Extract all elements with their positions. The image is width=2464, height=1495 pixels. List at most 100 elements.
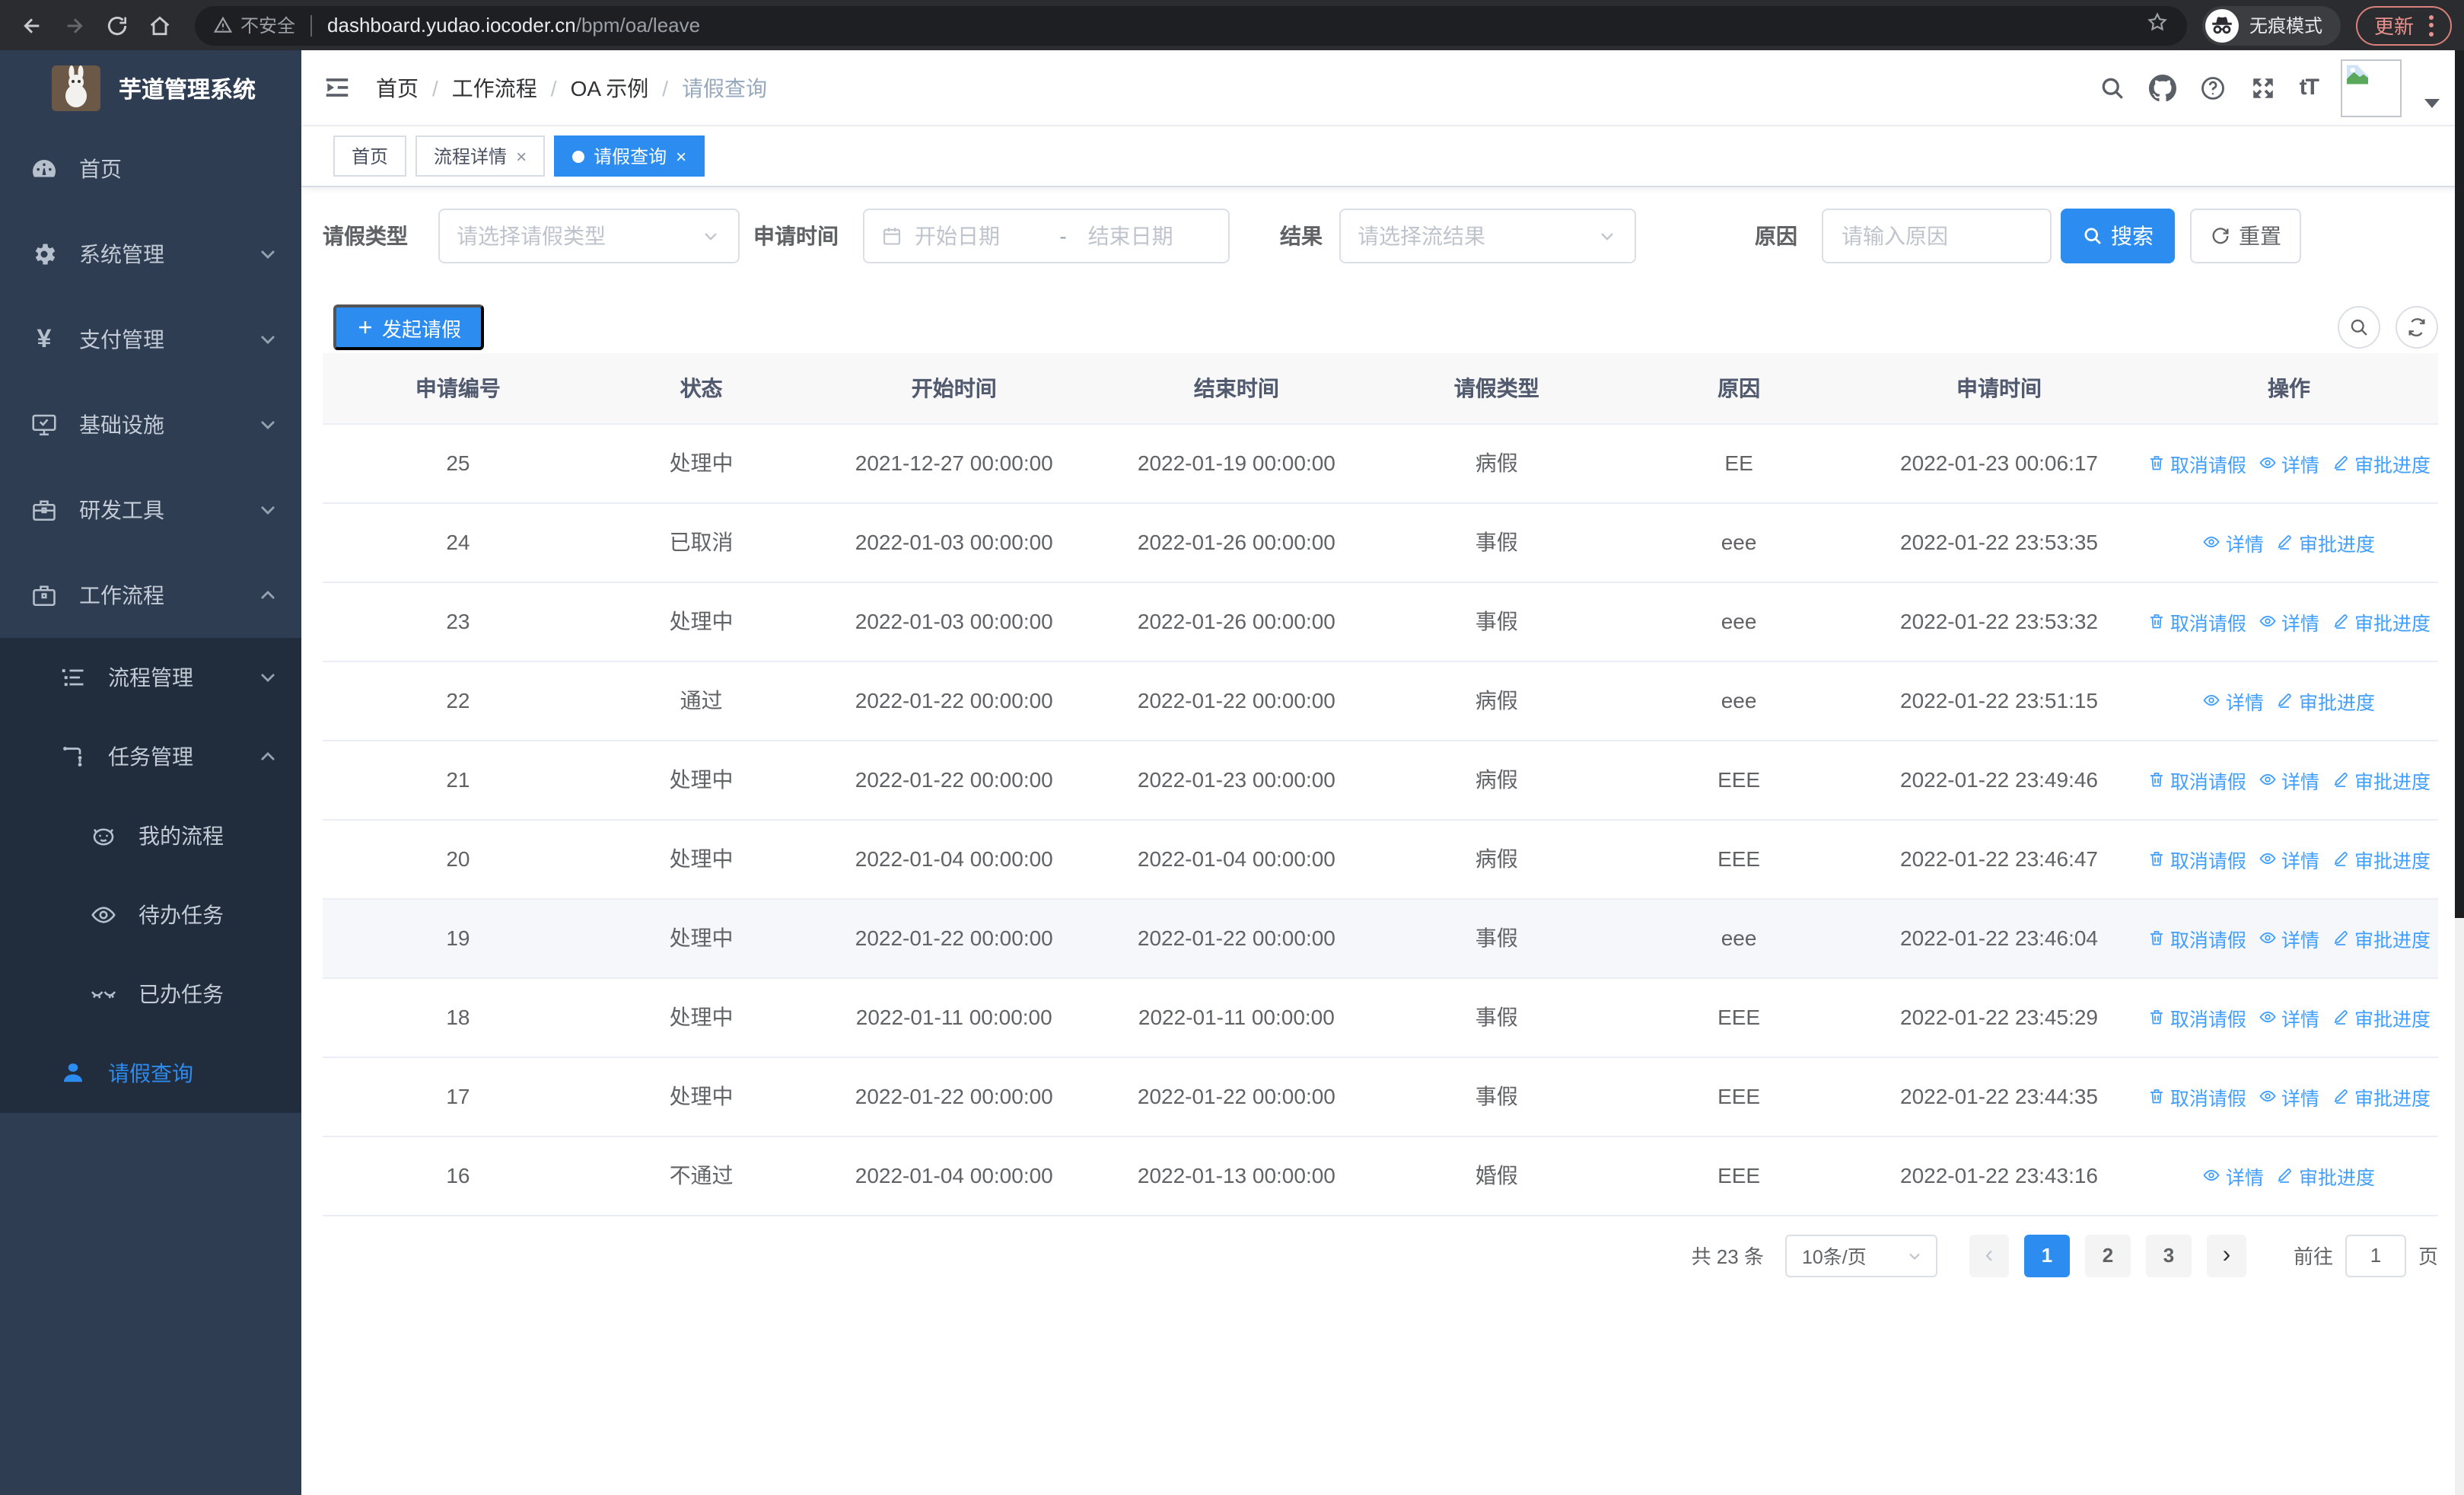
breadcrumb-oa-example[interactable]: OA 示例 bbox=[571, 72, 649, 103]
approval-progress-link[interactable]: 审批进度 bbox=[2332, 765, 2431, 794]
breadcrumb-home[interactable]: 首页 bbox=[376, 72, 419, 103]
sidebar-item-label: 工作流程 bbox=[79, 583, 164, 607]
goto-page-input[interactable] bbox=[2345, 1234, 2406, 1277]
approval-progress-link[interactable]: 审批进度 bbox=[2332, 607, 2431, 636]
sidebar-item-process-management[interactable]: 流程管理 bbox=[0, 638, 301, 717]
address-bar[interactable]: 不安全 dashboard.yudao.iocoder.cn/bpm/oa/le… bbox=[195, 5, 2187, 45]
search-icon[interactable] bbox=[2099, 74, 2126, 101]
next-page-button[interactable]: › bbox=[2206, 1234, 2246, 1277]
forward-icon bbox=[67, 18, 83, 33]
avatar[interactable] bbox=[2341, 59, 2402, 116]
close-icon[interactable]: × bbox=[676, 147, 686, 165]
detail-link[interactable]: 详情 bbox=[2259, 1082, 2319, 1111]
detail-link[interactable]: 详情 bbox=[2259, 607, 2319, 636]
sidebar-item-dev-tools[interactable]: 研发工具 bbox=[0, 467, 301, 553]
detail-link[interactable]: 详情 bbox=[2259, 765, 2319, 794]
page-button-2[interactable]: 2 bbox=[2084, 1234, 2131, 1277]
cancel-leave-link[interactable]: 取消请假 bbox=[2147, 765, 2246, 794]
fullscreen-icon[interactable] bbox=[2249, 74, 2277, 101]
caret-down-icon[interactable] bbox=[2424, 98, 2440, 107]
site-security-chip[interactable]: 不安全 bbox=[213, 12, 295, 38]
user-icon bbox=[59, 1060, 87, 1087]
refresh-table-button[interactable] bbox=[2396, 306, 2438, 349]
detail-link[interactable]: 详情 bbox=[2203, 528, 2264, 556]
browser-back-button[interactable] bbox=[12, 5, 52, 45]
show-search-button[interactable] bbox=[2338, 306, 2380, 349]
cancel-leave-link[interactable]: 取消请假 bbox=[2147, 844, 2246, 873]
sidebar-item-home[interactable]: 首页 bbox=[0, 126, 301, 212]
page-content: 请假类型 请选择请假类型 申请时间 开始日期 - 结束日期 结果 请选择流结果 … bbox=[301, 187, 2464, 1495]
approval-progress-link[interactable]: 审批进度 bbox=[2276, 1161, 2375, 1190]
detail-link[interactable]: 详情 bbox=[2259, 1003, 2319, 1031]
cancel-leave-link[interactable]: 取消请假 bbox=[2147, 923, 2246, 952]
scrollbar-track[interactable] bbox=[2455, 50, 2464, 1495]
approval-progress-link[interactable]: 审批进度 bbox=[2332, 844, 2431, 873]
sidebar: 芋道管理系统 首页 系统管理 ¥ 支付管理 基础设施 研发工具 工作流程 流程管… bbox=[0, 50, 301, 1495]
cancel-leave-link[interactable]: 取消请假 bbox=[2147, 1003, 2246, 1031]
sidebar-item-done-tasks[interactable]: 已办任务 bbox=[0, 955, 301, 1034]
cell-leave-type: 事假 bbox=[1374, 977, 1620, 1057]
detail-link[interactable]: 详情 bbox=[2203, 1161, 2264, 1190]
sidebar-item-task-management[interactable]: 任务管理 bbox=[0, 717, 301, 796]
browser-forward-button[interactable] bbox=[55, 5, 94, 45]
sidebar-item-workflow[interactable]: 工作流程 bbox=[0, 553, 301, 638]
app-logo-row[interactable]: 芋道管理系统 bbox=[0, 50, 301, 126]
cell-actions: 详情 审批进度 bbox=[2139, 502, 2438, 582]
chevron-up-icon bbox=[259, 748, 277, 766]
leave-type-select[interactable]: 请选择请假类型 bbox=[438, 209, 740, 263]
sidebar-item-leave-query[interactable]: 请假查询 bbox=[0, 1034, 301, 1113]
bookmark-star-icon[interactable] bbox=[2146, 10, 2169, 40]
detail-link[interactable]: 详情 bbox=[2203, 686, 2264, 715]
sidebar-item-my-processes[interactable]: 我的流程 bbox=[0, 796, 301, 875]
approval-progress-link[interactable]: 审批进度 bbox=[2332, 448, 2431, 477]
sidebar-collapse-button[interactable] bbox=[323, 73, 352, 102]
github-icon[interactable] bbox=[2148, 74, 2176, 101]
search-icon bbox=[2351, 319, 2367, 336]
approval-progress-link[interactable]: 审批进度 bbox=[2276, 528, 2375, 556]
sidebar-item-system-management[interactable]: 系统管理 bbox=[0, 212, 301, 297]
create-leave-button[interactable]: 发起请假 bbox=[333, 304, 485, 350]
cell-apply-id: 19 bbox=[323, 898, 594, 978]
reset-button[interactable]: 重置 bbox=[2190, 209, 2301, 263]
result-select[interactable]: 请选择流结果 bbox=[1339, 209, 1636, 263]
browser-reload-button[interactable] bbox=[97, 5, 137, 45]
help-icon[interactable] bbox=[2199, 74, 2227, 101]
list-tree-icon bbox=[59, 664, 87, 691]
detail-link[interactable]: 详情 bbox=[2259, 923, 2319, 952]
approval-progress-link[interactable]: 审批进度 bbox=[2332, 923, 2431, 952]
start-date-placeholder: 开始日期 bbox=[915, 224, 1000, 248]
search-button[interactable]: 搜索 bbox=[2061, 209, 2175, 263]
page-button-1[interactable]: 1 bbox=[2023, 1234, 2070, 1277]
reason-input[interactable] bbox=[1822, 209, 2052, 263]
cancel-leave-link[interactable]: 取消请假 bbox=[2147, 448, 2246, 477]
cell-apply-time: 2022-01-22 23:44:35 bbox=[1858, 1057, 2140, 1136]
approval-progress-link[interactable]: 审批进度 bbox=[2332, 1082, 2431, 1111]
page-size-select[interactable]: 10条/页 bbox=[1784, 1234, 1937, 1277]
page-button-3[interactable]: 3 bbox=[2145, 1234, 2192, 1277]
font-size-icon[interactable]: tT bbox=[2300, 75, 2319, 100]
cancel-leave-link[interactable]: 取消请假 bbox=[2147, 607, 2246, 636]
breadcrumb-workflow[interactable]: 工作流程 bbox=[452, 72, 537, 103]
sidebar-item-payment-management[interactable]: ¥ 支付管理 bbox=[0, 297, 301, 382]
browser-home-button[interactable] bbox=[140, 5, 180, 45]
detail-link[interactable]: 详情 bbox=[2259, 448, 2319, 477]
sidebar-item-todo-tasks[interactable]: 待办任务 bbox=[0, 875, 301, 955]
browser-menu-icon[interactable] bbox=[2429, 14, 2434, 36]
col-status: 状态 bbox=[593, 353, 810, 424]
apply-time-range-picker[interactable]: 开始日期 - 结束日期 bbox=[863, 209, 1230, 263]
cell-apply-time: 2022-01-22 23:43:16 bbox=[1858, 1136, 2140, 1216]
approval-progress-link[interactable]: 审批进度 bbox=[2276, 686, 2375, 715]
sidebar-item-label: 我的流程 bbox=[138, 824, 224, 848]
browser-update-button[interactable]: 更新 bbox=[2355, 5, 2452, 45]
tab-leave-query[interactable]: 请假查询 × bbox=[554, 135, 705, 177]
tab-home[interactable]: 首页 bbox=[333, 135, 407, 177]
approval-progress-link[interactable]: 审批进度 bbox=[2332, 1003, 2431, 1031]
prev-page-button[interactable]: ‹ bbox=[1969, 1234, 2009, 1277]
close-icon[interactable]: × bbox=[516, 147, 527, 165]
tab-process-detail[interactable]: 流程详情 × bbox=[415, 135, 546, 177]
sidebar-item-infrastructure[interactable]: 基础设施 bbox=[0, 382, 301, 467]
detail-link[interactable]: 详情 bbox=[2259, 844, 2319, 873]
scrollbar-thumb[interactable] bbox=[2455, 50, 2464, 918]
cell-actions: 取消请假 详情 审批进度 bbox=[2139, 740, 2438, 820]
cancel-leave-link[interactable]: 取消请假 bbox=[2147, 1082, 2246, 1111]
